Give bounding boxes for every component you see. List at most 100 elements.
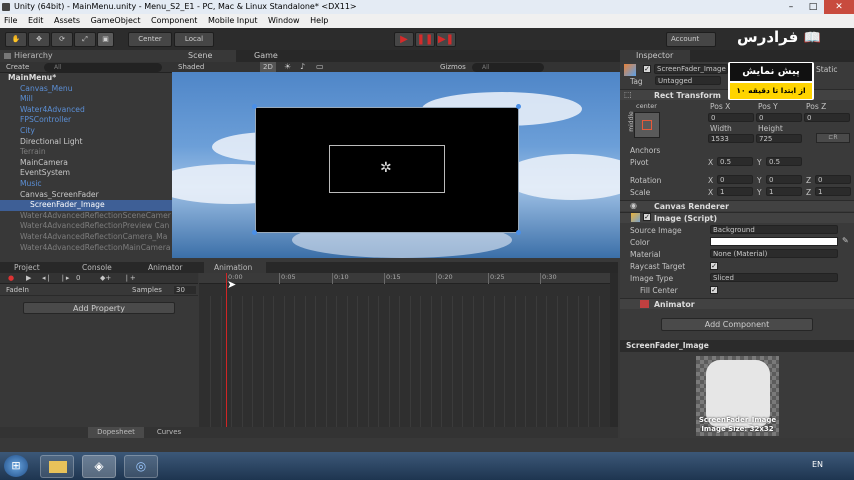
fill-center-checkbox[interactable]: ✓ — [710, 286, 718, 294]
prev-key-icon[interactable]: ◂❘ — [42, 273, 51, 284]
next-key-icon[interactable]: ❘▸ — [60, 273, 69, 284]
eyedropper-icon[interactable]: ✎ — [842, 236, 849, 245]
add-property-button[interactable]: Add Property — [23, 302, 175, 314]
raycast-target-checkbox[interactable]: ✓ — [710, 262, 718, 270]
scale-tool-icon[interactable]: ⤢ — [74, 32, 96, 47]
tab-scene[interactable]: Scene — [172, 50, 236, 62]
minimize-button[interactable]: – — [780, 0, 802, 14]
width-field[interactable]: 1533 — [708, 134, 754, 143]
animator-header[interactable]: Animator — [620, 298, 854, 309]
menu-file[interactable]: File — [0, 14, 21, 28]
audio-toggle-icon[interactable]: ♪ — [300, 62, 305, 72]
app-taskbar-icon[interactable]: ◎ — [124, 455, 158, 478]
pos-z-field[interactable]: 0 — [804, 113, 850, 122]
hierarchy-item[interactable]: Directional Light — [0, 137, 172, 148]
height-field[interactable]: 725 — [756, 134, 802, 143]
lighting-toggle-icon[interactable]: ☀ — [284, 62, 291, 72]
clip-dropdown[interactable]: FadeIn — [6, 284, 29, 296]
scale-x-field[interactable]: 1 — [717, 187, 753, 196]
maximize-button[interactable]: □ — [802, 0, 824, 14]
step-button[interactable]: ▶❚ — [436, 32, 456, 47]
space-toggle[interactable]: Local — [174, 32, 214, 47]
hierarchy-search-input[interactable]: All — [44, 63, 162, 72]
menu-assets[interactable]: Assets — [50, 14, 84, 28]
hierarchy-item[interactable]: ScreenFader_Image — [0, 200, 172, 211]
tab-game[interactable]: Game — [242, 50, 278, 62]
dopesheet-tab[interactable]: Dopesheet — [88, 427, 144, 438]
pos-x-field[interactable]: 0 — [708, 113, 754, 122]
material-field[interactable]: None (Material) — [710, 249, 838, 258]
close-button[interactable]: ✕ — [824, 0, 854, 14]
rect-tool-icon[interactable]: ▣ — [97, 32, 114, 47]
rotation-z-field[interactable]: 0 — [815, 175, 851, 184]
rotation-x-field[interactable]: 0 — [717, 175, 753, 184]
hierarchy-item[interactable]: MainCamera — [0, 158, 172, 169]
pause-button[interactable]: ❚❚ — [415, 32, 435, 47]
anchor-preset-button[interactable] — [634, 112, 660, 138]
account-dropdown[interactable]: Account — [666, 32, 716, 47]
tab-animation[interactable]: Animation — [204, 262, 266, 273]
pivot-gizmo-icon[interactable]: ✲ — [380, 160, 392, 176]
shading-dropdown[interactable]: Shaded — [178, 62, 204, 72]
timeline-ruler[interactable]: 0:00 0:05 0:10 0:15 0:20 0:25 0:30 — [199, 273, 610, 284]
2d-toggle[interactable]: 2D — [260, 62, 276, 72]
hierarchy-item[interactable]: Terrain — [0, 147, 172, 158]
record-icon[interactable]: ● — [8, 273, 14, 284]
hierarchy-item[interactable]: Water4AdvancedReflectionSceneCamer — [0, 211, 172, 222]
hierarchy-item[interactable]: EventSystem — [0, 168, 172, 179]
playhead[interactable] — [226, 273, 227, 431]
tab-project[interactable]: Project — [4, 262, 68, 273]
scale-z-field[interactable]: 1 — [815, 187, 851, 196]
tab-hierarchy[interactable]: Hierarchy — [0, 50, 172, 62]
hierarchy-item[interactable]: Mill — [0, 94, 172, 105]
gizmos-dropdown[interactable]: Gizmos — [440, 62, 466, 72]
rect-handle[interactable] — [252, 104, 257, 109]
image-type-dropdown[interactable]: Sliced — [710, 273, 838, 282]
add-event-icon[interactable]: ❘+ — [124, 273, 136, 284]
menu-help[interactable]: Help — [306, 14, 332, 28]
hierarchy-item[interactable]: Music — [0, 179, 172, 190]
menu-edit[interactable]: Edit — [24, 14, 48, 28]
explorer-taskbar-icon[interactable] — [40, 455, 74, 478]
anchors-foldout[interactable]: Anchors — [630, 146, 660, 155]
rotate-tool-icon[interactable]: ⟳ — [51, 32, 73, 47]
hierarchy-item[interactable]: Water4AdvancedReflectionMainCamera — [0, 243, 172, 254]
hierarchy-item[interactable]: MainMenu* — [0, 73, 172, 84]
menu-gameobject[interactable]: GameObject — [87, 14, 145, 28]
hierarchy-item[interactable]: Water4Advanced — [0, 105, 172, 116]
pivot-y-field[interactable]: 0.5 — [766, 157, 802, 166]
menu-window[interactable]: Window — [264, 14, 304, 28]
hand-tool-icon[interactable]: ✋ — [5, 32, 27, 47]
add-keyframe-icon[interactable]: ◆+ — [100, 273, 111, 284]
color-swatch[interactable] — [710, 237, 838, 246]
tab-animator[interactable]: Animator — [138, 262, 198, 273]
preview-header[interactable]: ScreenFader_Image — [620, 340, 854, 352]
hierarchy-item[interactable]: Canvas_Menu — [0, 84, 172, 95]
unity-taskbar-icon[interactable]: ◈ — [82, 455, 116, 478]
menu-component[interactable]: Component — [147, 14, 201, 28]
start-button-icon[interactable]: ⊞ — [4, 455, 28, 477]
language-indicator[interactable]: EN — [812, 460, 823, 469]
tab-inspector[interactable]: Inspector — [620, 50, 690, 62]
pos-y-field[interactable]: 0 — [756, 113, 802, 122]
tab-console[interactable]: Console — [72, 262, 132, 273]
add-component-button[interactable]: Add Component — [661, 318, 813, 331]
create-dropdown[interactable]: Create — [6, 63, 29, 71]
raw-edit-button[interactable]: ⊏R — [816, 133, 850, 143]
curves-tab[interactable]: Curves — [146, 427, 192, 438]
play-button[interactable]: ▶ — [394, 32, 414, 47]
pivot-toggle[interactable]: Center — [128, 32, 172, 47]
hierarchy-item[interactable]: FPSController — [0, 115, 172, 126]
effects-toggle-icon[interactable]: ▭ — [316, 62, 324, 72]
active-checkbox[interactable]: ✓ — [643, 65, 651, 73]
scene-search-input[interactable]: All — [472, 63, 544, 72]
dopesheet-area[interactable] — [199, 273, 610, 431]
scale-y-field[interactable]: 1 — [766, 187, 802, 196]
rect-handle[interactable] — [516, 104, 521, 109]
object-name-field[interactable]: ScreenFader_Image — [654, 64, 728, 74]
rect-handle[interactable] — [516, 230, 521, 235]
rotation-y-field[interactable]: 0 — [766, 175, 802, 184]
hierarchy-item[interactable]: Canvas_ScreenFader — [0, 190, 172, 201]
rect-handle[interactable] — [252, 230, 257, 235]
frame-field[interactable]: 0 — [76, 273, 80, 284]
